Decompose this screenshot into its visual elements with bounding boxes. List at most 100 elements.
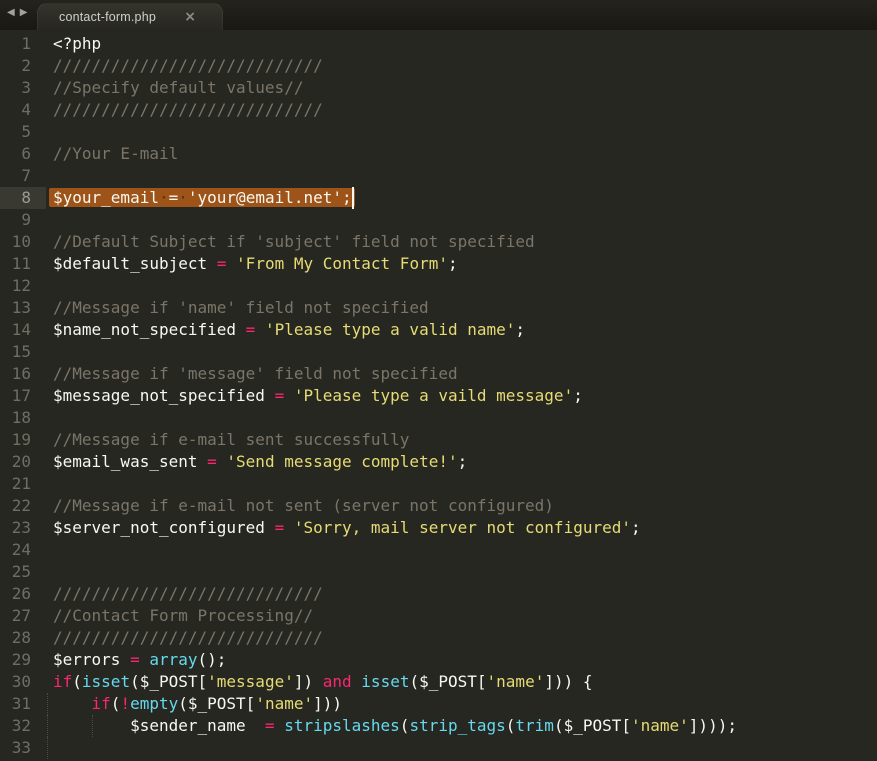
code-line-11[interactable]: 11$default_subject = 'From My Contact Fo… <box>0 253 877 275</box>
code-line-9[interactable]: 9 <box>0 209 877 231</box>
code-line-27[interactable]: 27//Contact Form Processing// <box>0 605 877 627</box>
token: //Default Subject if 'subject' field not… <box>53 232 535 251</box>
code-line-32[interactable]: 32 $sender_name = stripslashes(strip_tag… <box>0 715 877 737</box>
code-line-25[interactable]: 25 <box>0 561 877 583</box>
token: //Your E-mail <box>53 144 178 163</box>
token: = <box>207 452 217 471</box>
code-line-29[interactable]: 29$errors = array(); <box>0 649 877 671</box>
code-text: //////////////////////////// <box>53 99 877 121</box>
line-number: 30 <box>0 671 46 693</box>
token: <?php <box>53 34 101 53</box>
code-line-24[interactable]: 24 <box>0 539 877 561</box>
code-line-6[interactable]: 6//Your E-mail <box>0 143 877 165</box>
line-number: 11 <box>0 253 46 275</box>
forward-icon[interactable]: ▶ <box>20 6 28 20</box>
token: 'name' <box>255 694 313 713</box>
code-line-28[interactable]: 28//////////////////////////// <box>0 627 877 649</box>
line-number: 16 <box>0 363 46 385</box>
token: array <box>149 650 197 669</box>
code-line-31[interactable]: 31 if(!empty($_POST['name'])) <box>0 693 877 715</box>
code-text: if(isset($_POST['message']) and isset($_… <box>53 671 877 693</box>
token: empty <box>130 694 178 713</box>
code-text: <?php <box>53 33 877 55</box>
code-line-30[interactable]: 30 if(isset($_POST['message']) and isset(… <box>0 671 877 693</box>
code-line-19[interactable]: 19//Message if e-mail sent successfully <box>0 429 877 451</box>
line-number: 18 <box>0 407 46 429</box>
token: (); <box>198 650 227 669</box>
code-line-20[interactable]: 20$email_was_sent = 'Send message comple… <box>0 451 877 473</box>
tab-close-icon[interactable]: × <box>184 10 196 24</box>
code-line-14[interactable]: 14$name_not_specified = 'Please type a v… <box>0 319 877 341</box>
line-number: 3 <box>0 77 46 99</box>
token: $email_was_sent <box>53 452 207 471</box>
tab-bar: ◀ ▶ contact-form.php × <box>0 0 877 30</box>
code-text: //Message if e-mail not sent (server not… <box>53 495 877 517</box>
code-text: $message_not_specified = 'Please type a … <box>53 385 877 407</box>
token: //////////////////////////// <box>53 100 323 119</box>
token: trim <box>515 716 554 735</box>
code-line-33[interactable]: 33 <box>0 737 877 759</box>
tab-contact-form-php[interactable]: contact-form.php × <box>37 3 223 30</box>
token: //////////////////////////// <box>53 56 323 75</box>
token <box>284 518 294 537</box>
token: isset <box>361 672 409 691</box>
token: //Message if 'name' field not specified <box>53 298 429 317</box>
code-text <box>53 341 877 363</box>
code-text <box>53 121 877 143</box>
token: and <box>323 672 352 691</box>
code-line-26[interactable]: 26//////////////////////////// <box>0 583 877 605</box>
token <box>140 650 150 669</box>
token: $your_email <box>53 188 159 207</box>
token: = <box>275 386 285 405</box>
token: ; <box>448 254 458 273</box>
code-line-16[interactable]: 16 //Message if 'message' field not speci… <box>0 363 877 385</box>
code-line-13[interactable]: 13//Message if 'name' field not specifie… <box>0 297 877 319</box>
token: = <box>246 320 256 339</box>
token: = <box>265 716 275 735</box>
tab-title: contact-form.php <box>59 10 156 24</box>
token: · <box>159 188 169 207</box>
back-icon[interactable]: ◀ <box>7 6 15 20</box>
token: $default_subject <box>53 254 217 273</box>
nav-arrows: ◀ ▶ <box>7 6 27 20</box>
code-line-15[interactable]: 15 <box>0 341 877 363</box>
line-number: 28 <box>0 627 46 649</box>
code-line-1[interactable]: 1 <?php <box>0 33 877 55</box>
token: 'message' <box>207 672 294 691</box>
code-line-5[interactable]: 5 <box>0 121 877 143</box>
token: = <box>130 650 140 669</box>
code-line-3[interactable]: 3//Specify default values// <box>0 77 877 99</box>
code-line-23[interactable]: 23$server_not_configured = 'Sorry, mail … <box>0 517 877 539</box>
code-line-17[interactable]: 17$message_not_specified = 'Please type … <box>0 385 877 407</box>
line-number: 19 <box>0 429 46 451</box>
code-line-4[interactable]: 4 //////////////////////////// <box>0 99 877 121</box>
token: $message_not_specified <box>53 386 275 405</box>
code-line-21[interactable]: 21 <box>0 473 877 495</box>
code-line-12[interactable]: 12 <box>0 275 877 297</box>
token: 'Sorry, mail server not configured' <box>294 518 631 537</box>
token <box>352 672 362 691</box>
line-number: 1 <box>0 33 46 55</box>
code-line-8[interactable]: 8$your_email·=·'your@email.net'; <box>0 187 877 209</box>
code-text: //////////////////////////// <box>53 583 877 605</box>
code-line-22[interactable]: 22//Message if e-mail not sent (server n… <box>0 495 877 517</box>
line-number: 33 <box>0 737 46 759</box>
token: //Message if 'message' field not specifi… <box>53 364 458 383</box>
line-number: 14 <box>0 319 46 341</box>
line-number: 4 <box>0 99 46 121</box>
code-text <box>53 539 877 561</box>
code-text <box>53 165 877 187</box>
token: ; <box>573 386 583 405</box>
code-editor[interactable]: 1 <?php 2////////////////////////////3//Sp… <box>0 30 877 761</box>
code-line-2[interactable]: 2//////////////////////////// <box>0 55 877 77</box>
code-text <box>53 275 877 297</box>
code-text: if(!empty($_POST['name'])) <box>53 693 877 715</box>
line-number: 23 <box>0 517 46 539</box>
code-text: //Message if 'message' field not specifi… <box>53 363 877 385</box>
token: · <box>178 188 188 207</box>
code-line-10[interactable]: 10//Default Subject if 'subject' field n… <box>0 231 877 253</box>
token: //Message if e-mail not sent (server not… <box>53 496 554 515</box>
code-text <box>53 407 877 429</box>
code-line-18[interactable]: 18 <box>0 407 877 429</box>
code-line-7[interactable]: 7 <box>0 165 877 187</box>
